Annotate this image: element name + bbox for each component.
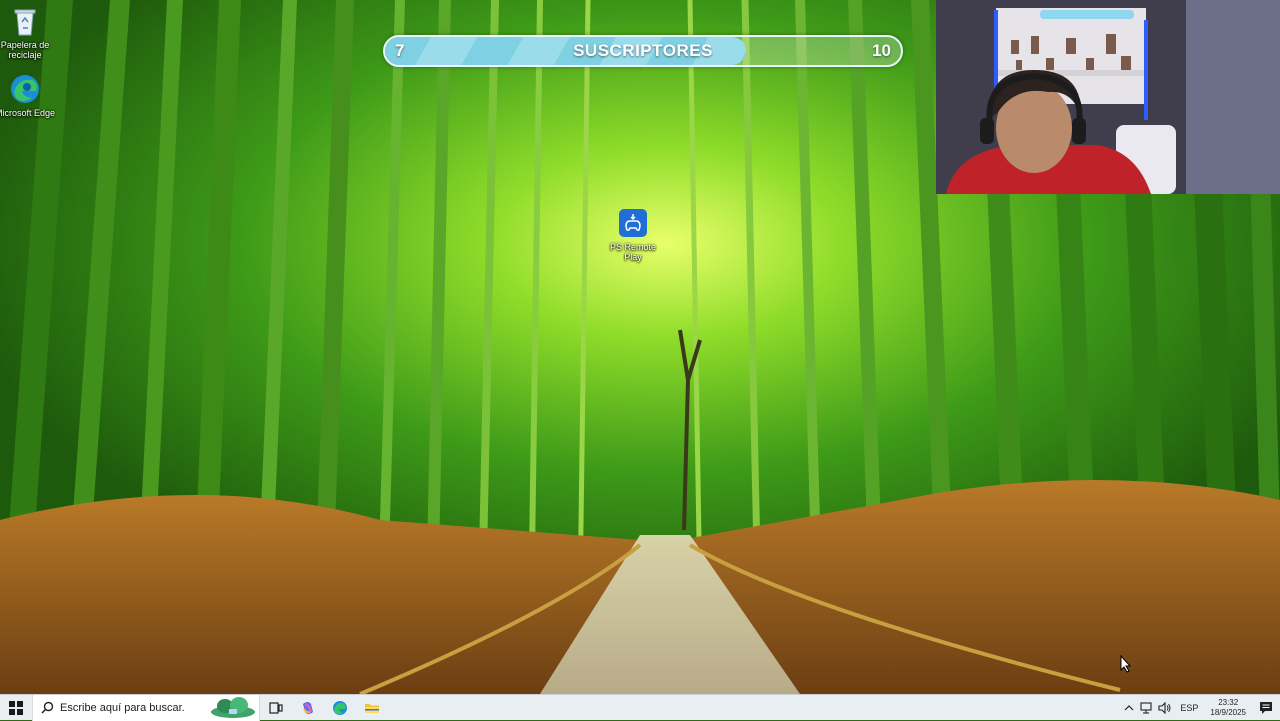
chevron-up-icon bbox=[1124, 704, 1134, 710]
tray-volume[interactable] bbox=[1157, 695, 1173, 721]
tray-overflow-button[interactable] bbox=[1121, 695, 1137, 721]
system-tray: ESP 23:32 18/9/2025 bbox=[1120, 695, 1280, 721]
speaker-icon bbox=[1158, 701, 1171, 714]
recycle-bin-icon bbox=[14, 9, 36, 36]
search-icon bbox=[41, 701, 54, 714]
notification-icon bbox=[1260, 701, 1272, 714]
taskbar-task-view[interactable] bbox=[260, 695, 292, 721]
mouse-cursor-icon bbox=[1120, 655, 1132, 673]
ps-remote-play-icon bbox=[619, 209, 647, 237]
edge-icon bbox=[11, 75, 39, 103]
taskbar-edge[interactable] bbox=[324, 695, 356, 721]
desktop-icon-label: Microsoft Edge bbox=[0, 108, 56, 118]
network-icon bbox=[1140, 701, 1152, 714]
desktop-icon-recycle-bin[interactable]: Papelera de reciclaje bbox=[0, 4, 57, 60]
search-placeholder: Escribe aquí para buscar. bbox=[60, 701, 185, 714]
goal-title: SUSCRIPTORES bbox=[573, 41, 713, 60]
notification-center-button[interactable] bbox=[1252, 695, 1280, 721]
start-button[interactable] bbox=[0, 695, 32, 721]
windows-logo-icon bbox=[9, 700, 23, 715]
file-explorer-icon bbox=[365, 703, 379, 713]
copilot-icon bbox=[303, 701, 313, 714]
task-view-icon bbox=[269, 701, 283, 714]
clock-time: 23:32 bbox=[1218, 697, 1239, 707]
desktop-icon-ps-remote-play[interactable]: PS Remote Play bbox=[601, 206, 665, 262]
taskbar-search-box[interactable]: Escribe aquí para buscar. bbox=[32, 694, 260, 721]
clock-date: 18/9/2025 bbox=[1210, 707, 1246, 717]
desktop-icon-edge[interactable]: Microsoft Edge bbox=[0, 72, 57, 118]
taskbar: Escribe aquí para buscar. ESP 23:32 18/9… bbox=[0, 694, 1280, 721]
taskbar-file-explorer[interactable] bbox=[356, 695, 388, 721]
edge-icon bbox=[333, 700, 347, 715]
tray-clock[interactable]: 23:32 18/9/2025 bbox=[1210, 698, 1246, 718]
webcam-overlay bbox=[936, 0, 1280, 194]
goal-target-count: 10 bbox=[872, 41, 891, 60]
subscriber-goal-bar: 7 SUSCRIPTORES 10 bbox=[383, 35, 903, 67]
tray-network[interactable] bbox=[1139, 695, 1155, 721]
tray-language[interactable]: ESP bbox=[1180, 703, 1198, 713]
search-highlight-image-icon bbox=[211, 696, 255, 718]
taskbar-copilot[interactable] bbox=[292, 695, 324, 721]
desktop-icon-label: Papelera de reciclaje bbox=[0, 40, 50, 60]
desktop-icon-label: PS Remote Play bbox=[609, 242, 657, 262]
